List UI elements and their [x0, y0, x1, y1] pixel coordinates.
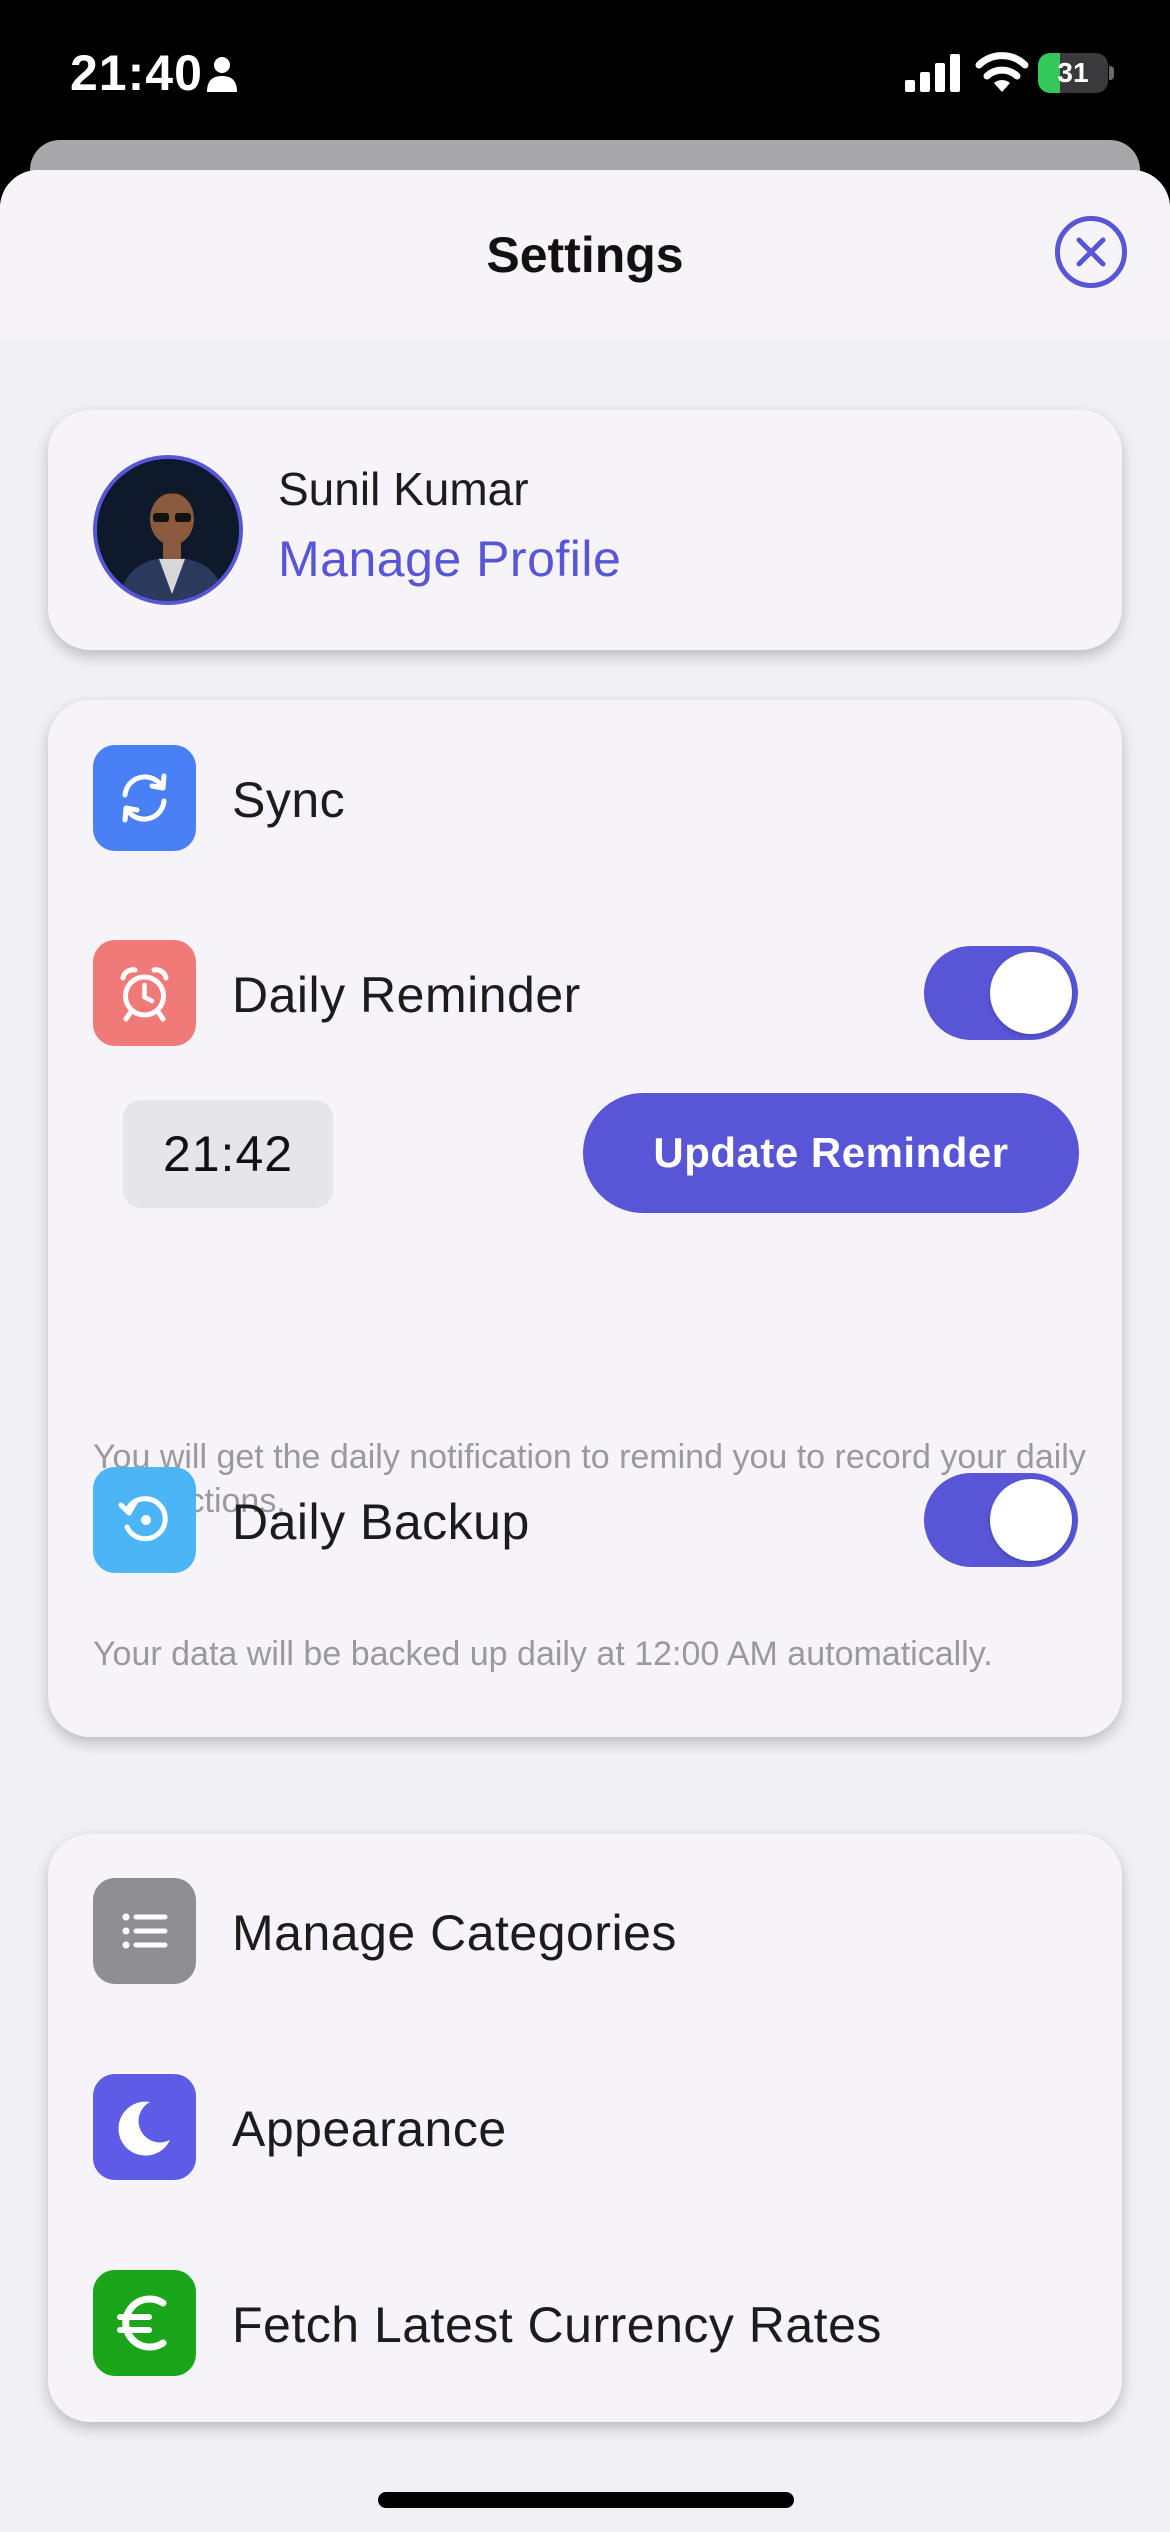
manage-profile-link[interactable]: Manage Profile: [278, 530, 621, 588]
wifi-icon: [975, 52, 1029, 92]
manage-categories-label: Manage Categories: [232, 1905, 677, 1961]
backup-restore-icon: [93, 1467, 196, 1573]
daily-backup-label: Daily Backup: [232, 1494, 530, 1550]
backup-helper-text: Your data will be backed up daily at 12:…: [93, 1635, 993, 1673]
status-time: 21:40: [70, 45, 203, 101]
page-title: Settings: [486, 227, 684, 283]
appearance-row[interactable]: Appearance: [48, 2074, 1122, 2184]
profile-name: Sunil Kumar: [278, 463, 529, 515]
moon-icon: [93, 2074, 196, 2180]
profile-card[interactable]: Sunil Kumar Manage Profile: [48, 410, 1122, 650]
home-indicator: [378, 2492, 794, 2508]
person-icon: [207, 57, 237, 92]
toggle-knob: [990, 1479, 1072, 1561]
list-icon: [93, 1878, 196, 1984]
avatar: [93, 455, 243, 605]
currency-rates-label: Fetch Latest Currency Rates: [232, 2297, 882, 2353]
close-button[interactable]: [1055, 216, 1127, 288]
daily-backup-toggle[interactable]: [924, 1473, 1078, 1567]
daily-backup-row: Daily Backup: [48, 1467, 1122, 1577]
signal-icon: [905, 54, 960, 92]
euro-icon: [93, 2270, 196, 2376]
currency-rates-row[interactable]: Fetch Latest Currency Rates: [48, 2270, 1122, 2380]
manage-categories-row[interactable]: Manage Categories: [48, 1878, 1122, 1988]
appearance-label: Appearance: [232, 2101, 507, 2157]
battery-level: 31: [1057, 57, 1089, 88]
status-bar: 21:40 31: [0, 0, 1170, 150]
menu-card: Manage Categories Appearance Fetch Lates…: [48, 1834, 1122, 2422]
close-icon: [1076, 237, 1106, 267]
battery-charging-icon: 31: [1038, 53, 1114, 93]
daily-backup-section: Daily Backup Your data will be backed up…: [48, 700, 1122, 1737]
sheet-header: Settings: [0, 170, 1170, 338]
